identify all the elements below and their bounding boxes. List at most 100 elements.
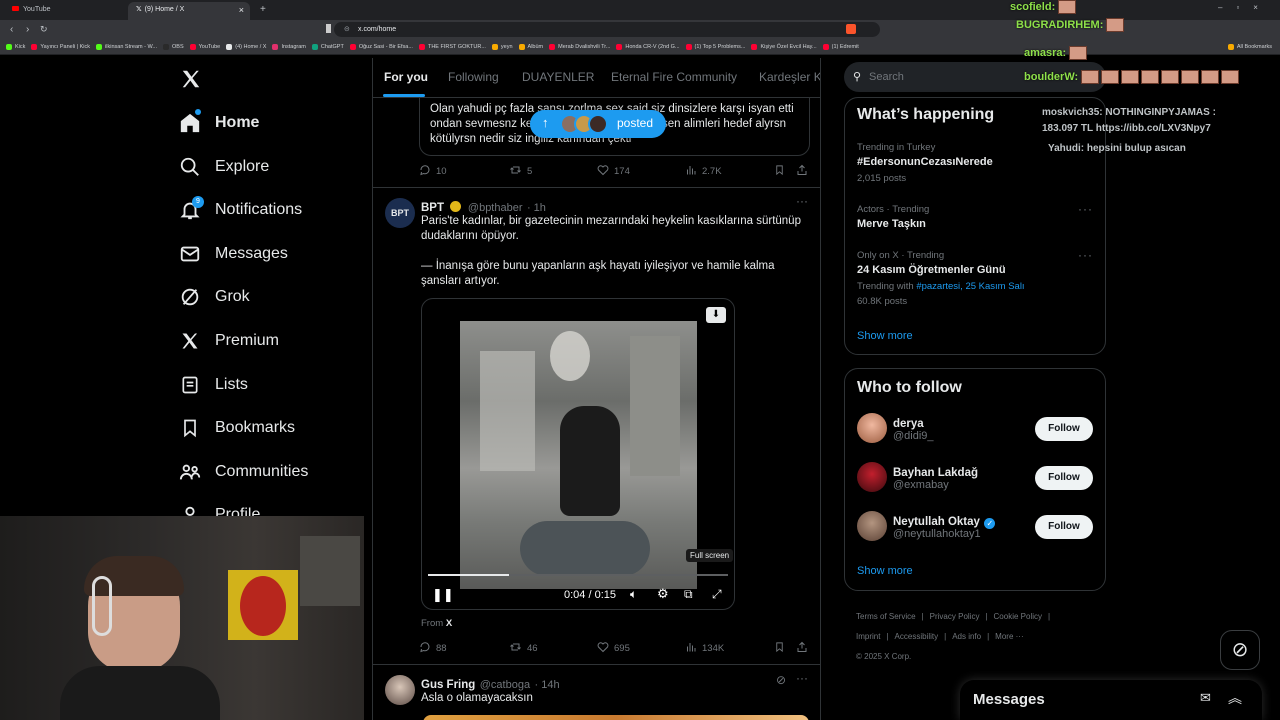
bookmark-item[interactable]: Oğuz Sasi - Bir Efsa... [349, 39, 413, 54]
follow-button[interactable]: Follow [1035, 417, 1093, 441]
bookmark-item[interactable]: Yayıncı Paneli | Kick [31, 39, 90, 54]
tab-youtube[interactable]: YouTube [4, 2, 126, 20]
bookmark-button[interactable] [774, 164, 790, 179]
address-bar[interactable]: ⊝ x.com/home [334, 22, 880, 37]
follow-button[interactable]: Follow [1035, 515, 1093, 539]
bookmark-item[interactable]: Instagram [272, 39, 306, 54]
new-message-icon[interactable]: ✉ [1200, 690, 1211, 706]
tweet3-media-preview[interactable] [423, 715, 809, 720]
forward-icon[interactable]: › [26, 24, 29, 35]
bookmark-item[interactable]: YouTube [189, 39, 220, 54]
new-tab-button[interactable]: + [252, 2, 268, 20]
footer-link[interactable]: Privacy Policy [930, 612, 980, 621]
reply-button[interactable]: 10 [419, 164, 447, 179]
bookmark-item[interactable]: Albüm [518, 39, 543, 54]
nav-item-lists[interactable]: Lists [178, 370, 248, 400]
video-progress-track[interactable] [428, 574, 728, 576]
avatar[interactable] [385, 675, 415, 705]
author-name[interactable]: BPT [421, 202, 444, 214]
share-button[interactable] [796, 164, 813, 179]
messages-drawer[interactable]: Messages ✉ ︽ [960, 680, 1262, 720]
bookmark-item[interactable]: Honda CR-V (2nd G... [616, 39, 680, 54]
user-name[interactable]: Bayhan Lakdağ [893, 467, 978, 479]
settings-gear-icon[interactable]: ⚙ [657, 586, 669, 602]
follow-button[interactable]: Follow [1035, 466, 1093, 490]
nav-item-messages[interactable]: Messages [178, 239, 288, 269]
share-button[interactable] [796, 641, 813, 656]
brave-shield-icon[interactable] [846, 24, 856, 34]
new-posts-pill[interactable]: ↑ posted [530, 110, 666, 138]
grok-explain-icon[interactable]: ⊘ [776, 673, 786, 687]
repost-button[interactable]: 5 [509, 164, 532, 179]
show-more-link[interactable]: Show more [857, 565, 913, 577]
bookmark-item[interactable]: (4) Home / X [226, 39, 266, 54]
bookmark-item[interactable]: OBS [163, 39, 184, 54]
views-button[interactable]: 2.7K [685, 164, 722, 179]
x-logo-icon[interactable] [180, 68, 202, 95]
more-icon[interactable]: ··· [796, 671, 808, 685]
grok-floating-icon[interactable]: ⊘ [1220, 630, 1260, 670]
bookmark-item[interactable]: ChatGPT [311, 39, 344, 54]
post-time: · 1h [526, 202, 546, 214]
avatar[interactable] [857, 462, 887, 492]
tab-following[interactable]: Following [448, 70, 499, 84]
footer-link[interactable]: Accessibility [895, 632, 939, 641]
bookmark-star-icon[interactable] [326, 24, 331, 33]
source-link[interactable]: X [446, 618, 452, 629]
bookmark-item[interactable]: Kişiye Özel Evcil Hay... [751, 39, 817, 54]
avatar[interactable] [857, 511, 887, 541]
bookmark-item[interactable]: (1) Top 5 Problems... [685, 39, 745, 54]
bookmark-item[interactable]: ilkinsan Stream - W... [96, 39, 157, 54]
user-name[interactable]: derya [893, 418, 924, 430]
bookmark-item[interactable]: yeyn [491, 39, 513, 54]
footer-link[interactable]: Ads info [952, 632, 981, 641]
repost-button[interactable]: 46 [509, 641, 538, 656]
close-tab-icon[interactable]: × [239, 2, 244, 18]
back-icon[interactable]: ‹ [10, 24, 13, 35]
nav-item-explore[interactable]: Explore [178, 152, 269, 182]
more-icon[interactable]: ··· [1078, 202, 1093, 216]
nav-item-home[interactable]: Home [178, 108, 259, 138]
video-player[interactable]: ⬇ Full screen ❚❚ 0:04 / 0:15 🔈︎ ⚙ ⧉ ⤢ [421, 298, 735, 610]
footer-link[interactable]: Cookie Policy [994, 612, 1042, 621]
tab-x-home[interactable]: 𝕏 (9) Home / X × [128, 2, 250, 20]
pause-icon[interactable]: ❚❚ [432, 587, 454, 603]
download-icon[interactable]: ⬇ [706, 307, 726, 323]
reload-icon[interactable]: ↻ [40, 24, 48, 35]
tab-eternal-fire-community[interactable]: Eternal Fire Community [611, 70, 737, 84]
nav-item-grok[interactable]: Grok [178, 282, 250, 312]
author-handle[interactable]: @catboga [480, 679, 530, 691]
show-more-link[interactable]: Show more [857, 330, 913, 342]
footer-link[interactable]: Terms of Service [856, 612, 916, 621]
avatar[interactable]: BPT [385, 198, 415, 228]
user-name[interactable]: Neytullah Oktay [893, 516, 980, 528]
tab-for-you[interactable]: For you [384, 70, 428, 84]
avatar[interactable] [857, 413, 887, 443]
author-handle[interactable]: @bpthaber [468, 202, 523, 214]
like-button[interactable]: 174 [597, 164, 630, 179]
site-info-icon[interactable]: ⊝ [344, 22, 350, 37]
nav-item-communities[interactable]: Communities [178, 457, 308, 487]
more-icon[interactable]: ··· [796, 194, 808, 208]
footer-link[interactable]: More ··· [995, 632, 1023, 641]
like-button[interactable]: 695 [597, 641, 630, 656]
bookmark-item[interactable]: Merab Dvalishvili Tr... [549, 39, 610, 54]
expand-icon[interactable]: ︽ [1228, 688, 1242, 708]
nav-item-premium[interactable]: Premium [178, 326, 279, 356]
nav-item-bookmarks[interactable]: Bookmarks [178, 413, 295, 443]
fullscreen-icon[interactable]: ⤢ [712, 587, 722, 602]
pip-icon[interactable]: ⧉ [684, 587, 693, 602]
bookmark-item[interactable]: Kick [6, 39, 25, 54]
bookmark-item[interactable]: (1) Edremit [822, 39, 859, 54]
author-name[interactable]: Gus Fring [421, 679, 475, 691]
tab-kardesler[interactable]: Kardeşler Ki [759, 70, 820, 84]
views-button[interactable]: 134K [685, 641, 724, 656]
bookmark-button[interactable] [774, 641, 790, 656]
more-icon[interactable]: ··· [1078, 248, 1093, 262]
reply-button[interactable]: 88 [419, 641, 447, 656]
volume-icon[interactable]: 🔈︎ [630, 587, 637, 602]
bookmark-item[interactable]: THE FIRST GOKTUR... [418, 39, 486, 54]
tab-duayenler[interactable]: DUAYENLER [522, 70, 594, 84]
footer-link[interactable]: Imprint [856, 632, 880, 641]
nav-item-notifications[interactable]: 9 Notifications [178, 195, 302, 225]
